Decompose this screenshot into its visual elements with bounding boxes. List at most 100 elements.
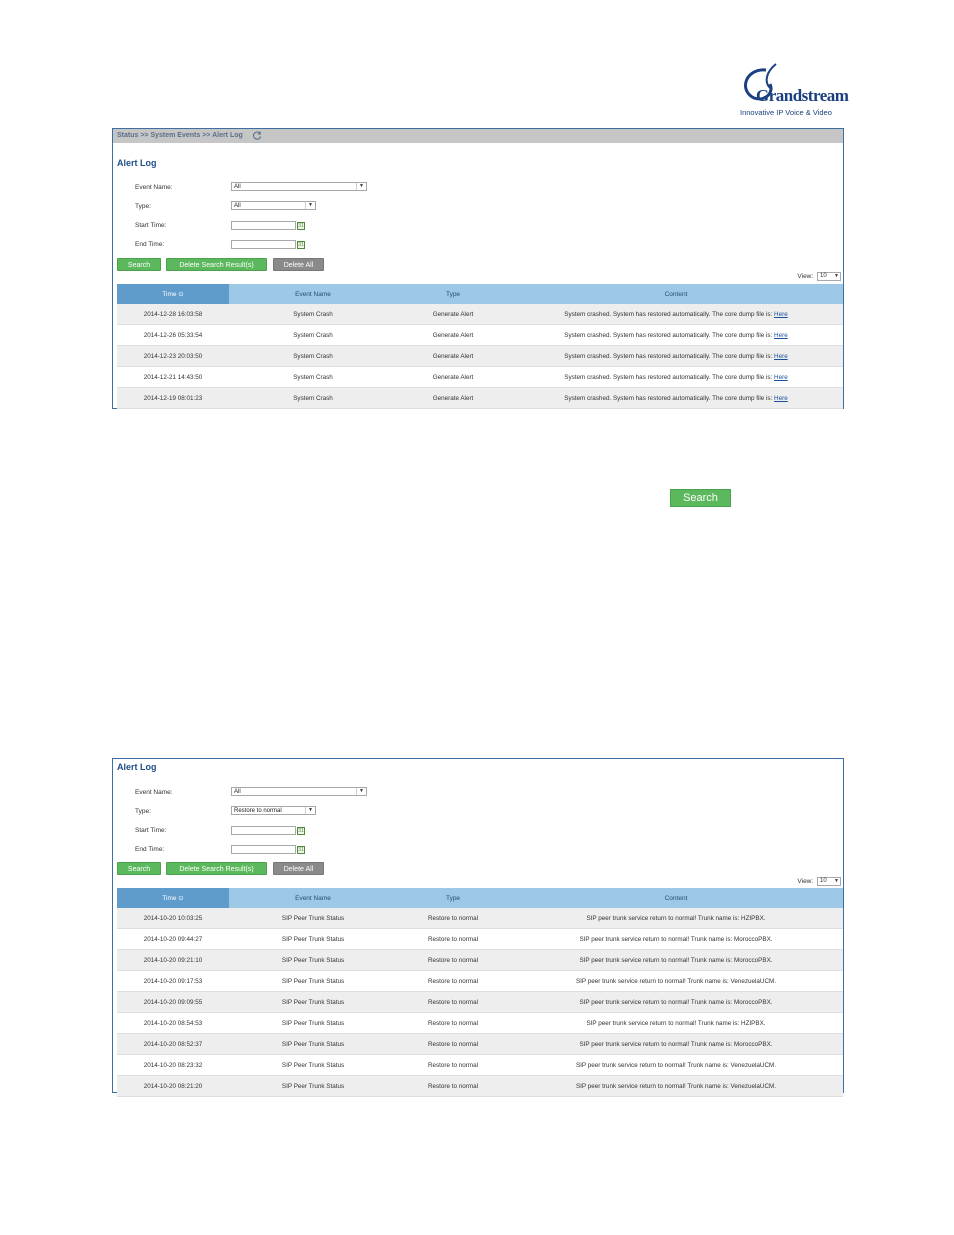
type-cell: Generate Alert [397,345,509,367]
event-name-cell: SIP Peer Trunk Status [229,1033,397,1055]
core-dump-link[interactable]: Here [774,395,788,402]
event-name-cell: System Crash [229,324,397,346]
type-cell: Restore to normal [397,908,509,929]
type-cell: Restore to normal [397,928,509,950]
delete-all-button[interactable]: Delete All [273,862,324,875]
calendar-icon[interactable]: 31 [297,222,305,230]
search-button[interactable]: Search [117,862,161,875]
type-cell: Generate Alert [397,387,509,409]
event-name-label: Event Name: [135,184,173,191]
start-time-input[interactable] [231,826,296,835]
table-row: 2014-10-20 09:21:10 SIP Peer Trunk Status… [117,949,843,971]
view-count-select[interactable]: 10 ▼ [817,272,841,281]
calendar-icon[interactable]: 31 [297,827,305,835]
core-dump-link[interactable]: Here [774,332,788,339]
chevron-down-icon: ▼ [834,878,839,884]
view-count-select[interactable]: 10 ▼ [817,877,841,886]
column-header-type[interactable]: Type [397,284,509,304]
content-cell: SIP peer trunk service return to normal!… [509,1075,843,1097]
calendar-icon[interactable]: 31 [297,241,305,249]
core-dump-link[interactable]: Here [774,353,788,360]
logo-brand-text: Grandstream [756,86,849,105]
event-name-select[interactable]: All ▼ [231,787,367,796]
content-cell: System crashed. System has restored auto… [509,387,843,409]
type-select[interactable]: All ▼ [231,201,316,210]
column-header-type[interactable]: Type [397,888,509,908]
chevron-down-icon: ▼ [305,202,315,209]
table-row: 2014-12-19 08:01:23 System Crash Generate … [117,387,843,409]
refresh-icon[interactable] [252,131,262,140]
delete-all-button[interactable]: Delete All [273,258,324,271]
event-name-cell: System Crash [229,366,397,388]
content-cell: SIP peer trunk service return to normal!… [509,970,843,992]
content-cell: System crashed. System has restored auto… [509,345,843,367]
alert-log-panel-2: Alert Log Event Name: All ▼ Type: Restor… [112,758,844,1097]
time-cell: 2014-10-20 08:54:53 [117,1012,229,1034]
start-time-input[interactable] [231,221,296,230]
content-cell: SIP peer trunk service return to normal!… [509,928,843,950]
column-header-time[interactable]: Time ⊙ [117,284,229,304]
content-cell: SIP peer trunk service return to normal!… [509,991,843,1013]
content-cell: System crashed. System has restored auto… [509,304,843,325]
column-header-content[interactable]: Content [509,888,843,908]
table-row: 2014-10-20 09:17:53 SIP Peer Trunk Status… [117,970,843,992]
delete-search-results-button[interactable]: Delete Search Result(s) [166,862,267,875]
view-label: View: [797,273,814,281]
time-cell: 2014-12-28 16:03:58 [117,304,229,325]
event-name-cell: System Crash [229,304,397,325]
content-text: SIP peer trunk service return to normal!… [575,1061,777,1069]
table-header-row: Time ⊙ Event Name Type Content [117,888,843,908]
content-cell: SIP peer trunk service return to normal!… [509,1012,843,1034]
end-time-input[interactable] [231,845,296,854]
chevron-down-icon: ▼ [356,183,366,190]
time-cell: 2014-10-20 09:21:10 [117,949,229,971]
search-button-illustration[interactable]: Search [670,489,731,507]
column-header-content[interactable]: Content [509,284,843,304]
chevron-down-icon: ▼ [305,807,315,814]
content-cell: System crashed. System has restored auto… [509,324,843,346]
time-cell: 2014-10-20 08:21:20 [117,1075,229,1097]
content-cell: SIP peer trunk service return to normal!… [509,1033,843,1055]
time-cell: 2014-10-20 08:23:32 [117,1054,229,1076]
table-row: 2014-12-23 20:03:50 System Crash Generate … [117,345,843,367]
column-header-time[interactable]: Time ⊙ [117,888,229,908]
core-dump-link[interactable]: Here [774,311,788,318]
alert-log-panel-1: Status >> System Events >> Alert Log Ale… [112,128,844,409]
content-text: System crashed. System has restored auto… [564,394,773,402]
type-label: Type: [135,808,151,815]
content-cell: SIP peer trunk service return to normal!… [509,908,843,929]
page-title: Alert Log [117,158,157,168]
grandstream-logo: Grandstream Innovative IP Voice & Video [736,62,849,120]
view-control: View: 10 ▼ [797,272,841,281]
event-name-value: All [234,184,241,190]
event-name-cell: SIP Peer Trunk Status [229,928,397,950]
core-dump-link[interactable]: Here [774,374,788,381]
column-header-event-name[interactable]: Event Name [229,888,397,908]
column-header-event-name[interactable]: Event Name [229,284,397,304]
content-text: SIP peer trunk service return to normal!… [579,998,773,1006]
type-cell: Restore to normal [397,949,509,971]
type-select[interactable]: Restore to normal ▼ [231,806,316,815]
time-cell: 2014-10-20 08:52:37 [117,1033,229,1055]
end-time-input[interactable] [231,240,296,249]
type-cell: Restore to normal [397,991,509,1013]
content-cell: SIP peer trunk service return to normal!… [509,1054,843,1076]
content-text: System crashed. System has restored auto… [564,373,773,381]
event-name-cell: SIP Peer Trunk Status [229,970,397,992]
chevron-down-icon: ▼ [356,788,366,795]
calendar-icon[interactable]: 31 [297,846,305,854]
content-text: System crashed. System has restored auto… [564,310,773,318]
event-name-cell: SIP Peer Trunk Status [229,1054,397,1076]
type-cell: Generate Alert [397,366,509,388]
event-name-value: All [234,789,241,795]
delete-search-results-button[interactable]: Delete Search Result(s) [166,258,267,271]
type-value: Restore to normal [234,808,282,814]
search-button[interactable]: Search [117,258,161,271]
start-time-label: Start Time: [135,827,167,834]
table-row: 2014-10-20 08:21:20 SIP Peer Trunk Status… [117,1075,843,1097]
event-name-select[interactable]: All ▼ [231,182,367,191]
alert-log-table: Time ⊙ Event Name Type Content 2014-10-2… [117,888,843,1097]
time-cell: 2014-10-20 09:09:55 [117,991,229,1013]
table-row: 2014-12-26 05:33:54 System Crash Generate … [117,324,843,346]
content-text: SIP peer trunk service return to normal!… [575,1082,777,1090]
